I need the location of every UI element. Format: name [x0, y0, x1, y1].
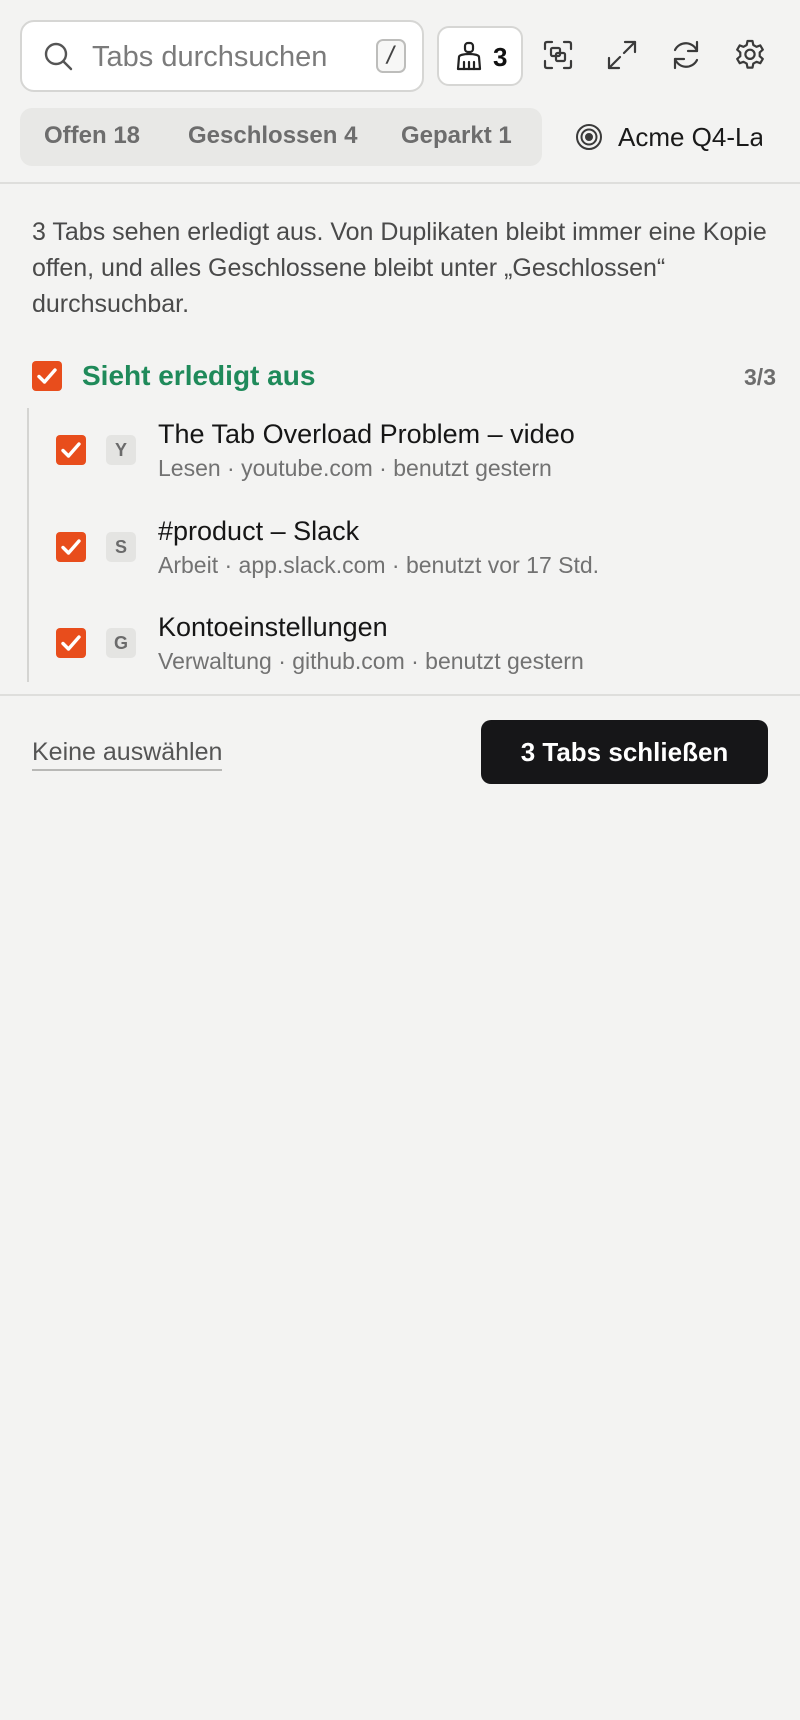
- expand-icon[interactable]: [605, 38, 639, 72]
- checkmark-icon: [61, 635, 81, 651]
- focus-icon[interactable]: [541, 38, 575, 72]
- search-placeholder: Tabs durchsuchen: [92, 41, 328, 73]
- group-title: Sieht erledigt aus: [82, 360, 316, 391]
- group-line: [27, 408, 29, 682]
- workspace-selector[interactable]: Acme Q4-Launch: [570, 120, 762, 154]
- tab-item-checkbox[interactable]: [56, 532, 86, 562]
- workspace-label: Acme Q4-Launch: [618, 122, 762, 152]
- tab-item-checkbox[interactable]: [56, 628, 86, 658]
- divider: [0, 694, 800, 696]
- favicon: Y: [106, 435, 136, 465]
- tab-item-meta: Arbeit · app.slack.com · benutzt vor 17 …: [158, 552, 600, 578]
- tab-item-title[interactable]: #product – Slack: [158, 516, 359, 547]
- deselect-all-link[interactable]: Keine auswählen: [32, 738, 223, 771]
- sweep-button[interactable]: 3: [437, 26, 523, 86]
- info-text: 3 Tabs sehen erledigt aus. Von Duplikate…: [32, 218, 767, 318]
- gear-icon[interactable]: [733, 38, 767, 72]
- target-icon: [576, 124, 602, 150]
- toolbar: Tabs durchsuchen / 3: [0, 0, 800, 96]
- checkmark-icon: [61, 442, 81, 458]
- divider: [0, 182, 800, 184]
- group-checkbox[interactable]: [32, 361, 62, 391]
- tab-closed[interactable]: Geschlossen 4: [188, 122, 357, 150]
- sweep-count: 3: [493, 42, 508, 72]
- tab-item-title[interactable]: Kontoeinstellungen: [158, 612, 388, 643]
- checkmark-icon: [37, 368, 57, 384]
- tab-item-meta: Verwaltung · github.com · benutzt gester…: [158, 648, 584, 674]
- favicon: S: [106, 532, 136, 562]
- search-shortcut-key: /: [376, 39, 406, 73]
- tab-parked[interactable]: Geparkt 1: [401, 122, 512, 150]
- search-icon: [44, 42, 73, 71]
- broom-icon: [456, 41, 482, 71]
- tab-item-title[interactable]: The Tab Overload Problem – video: [158, 419, 575, 450]
- refresh-icon[interactable]: [669, 38, 703, 72]
- checkmark-icon: [61, 539, 81, 555]
- close-tabs-button[interactable]: 3 Tabs schließen: [481, 720, 768, 784]
- search-input[interactable]: Tabs durchsuchen /: [20, 20, 424, 92]
- group-count: 3/3: [744, 364, 776, 390]
- tab-item-checkbox[interactable]: [56, 435, 86, 465]
- favicon: G: [106, 628, 136, 658]
- tab-item-meta: Lesen · youtube.com · benutzt gestern: [158, 455, 552, 481]
- tab-open[interactable]: Offen 18: [44, 122, 140, 150]
